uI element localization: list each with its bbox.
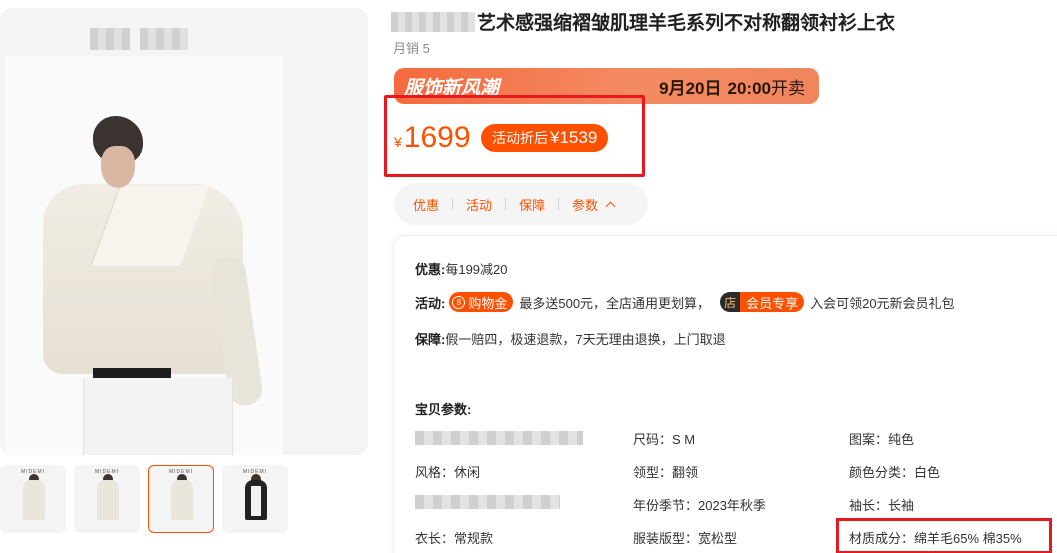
param-sleeve: 袖长：长袖 <box>849 498 915 513</box>
youhui-row: 优惠: 每199减20 <box>415 259 508 278</box>
param-style: 风格：休闲 <box>415 465 481 480</box>
gouwujin-badge[interactable]: 8 购物金 <box>449 292 514 312</box>
discount-value: ¥1539 <box>550 128 598 147</box>
baozhang-row: 保障: 假一赔四，极速退款，7天无理由退换，上门取退 <box>415 329 726 348</box>
promo-date: 9月20日 <box>659 78 722 98</box>
thumbnail-4[interactable]: MIDEMI <box>222 465 288 533</box>
info-tabs: 优惠 活动 保障 参数 <box>394 183 648 225</box>
huodong-row: 活动: 8 购物金 最多送500元，全店通用更划算， 店 会员专享 入会可领20… <box>415 292 955 312</box>
thumbnail-2[interactable]: MIDEMI <box>74 465 140 533</box>
vip-text: 入会可领20元新会员礼包 <box>810 295 955 311</box>
vip-badge[interactable]: 店 会员专享 <box>720 292 805 312</box>
youhui-label: 优惠: <box>415 262 446 277</box>
tab-divider <box>505 197 507 211</box>
param-length: 衣长：常规款 <box>415 531 494 546</box>
brand-logo-blurred <box>90 28 188 50</box>
baozhang-text: 假一赔四，极速退款，7天无理由退换，上门取退 <box>445 332 726 347</box>
vip-badge-label: 会员专享 <box>740 292 805 312</box>
tab-canshu[interactable]: 参数 <box>572 195 616 214</box>
tab-youhui[interactable]: 优惠 <box>413 195 439 214</box>
youhui-text: 每199减20 <box>445 262 508 277</box>
main-product-image[interactable] <box>0 8 368 455</box>
tab-divider <box>452 197 454 211</box>
discount-label: 活动折后 <box>492 130 548 146</box>
param-collar: 领型：翻领 <box>633 465 699 480</box>
promo-time: 20:00 <box>727 78 771 98</box>
param-fit: 服装版型：宽松型 <box>633 531 738 546</box>
param-color: 颜色分类：白色 <box>849 465 941 480</box>
discount-price-badge: 活动折后 ¥1539 <box>481 124 609 152</box>
params-title: 宝贝参数: <box>415 402 472 417</box>
product-title: 艺术感强缩褶皱肌理羊毛系列不对称翻领衬衫上衣 <box>477 13 896 34</box>
param-blurred-1 <box>415 431 583 445</box>
tab-baozhang[interactable]: 保障 <box>519 195 545 214</box>
param-blurred-2 <box>415 495 560 509</box>
param-pattern: 图案：纯色 <box>849 432 915 447</box>
price: ¥ 1699 <box>394 121 471 155</box>
promo-suffix: 开卖 <box>771 78 805 98</box>
image-gallery: MIDEMI MIDEMI MIDEMI MIDEMI <box>0 0 372 553</box>
param-season: 年份季节：2023年秋季 <box>633 498 766 513</box>
brand-name-blurred <box>391 11 475 32</box>
material-highlight-box <box>836 518 1052 553</box>
thumbnail-list: MIDEMI MIDEMI MIDEMI MIDEMI <box>0 465 288 533</box>
tab-canshu-label: 参数 <box>572 197 599 213</box>
title-row: 艺术感强缩褶皱肌理羊毛系列不对称翻领衬衫上衣 <box>391 8 895 35</box>
product-info: 艺术感强缩褶皱肌理羊毛系列不对称翻领衬衫上衣 月销 5 服饰新风潮 9月20日 2… <box>384 0 1057 553</box>
param-size: 尺码：S M <box>633 432 696 447</box>
monthly-sales: 月销 5 <box>393 41 430 56</box>
tab-divider <box>558 197 560 211</box>
store-icon: 店 <box>720 292 741 312</box>
thumbnail-1[interactable]: MIDEMI <box>0 465 66 533</box>
price-amount: 1699 <box>403 121 471 154</box>
chevron-up-icon <box>605 201 616 211</box>
coin-icon: 8 <box>452 295 466 309</box>
gouwujin-badge-label: 购物金 <box>468 295 508 311</box>
gouwujin-text: 最多送500元，全店通用更划算， <box>519 295 711 311</box>
product-photo <box>5 56 283 455</box>
tab-huodong[interactable]: 活动 <box>466 195 492 214</box>
promo-start-time: 9月20日 20:00开卖 <box>659 74 805 99</box>
baozhang-label: 保障: <box>415 332 446 347</box>
huodong-label: 活动: <box>415 295 446 311</box>
price-currency: ¥ <box>394 134 402 150</box>
thumbnail-3-selected[interactable]: MIDEMI <box>148 465 214 533</box>
details-panel: 优惠: 每199减20 活动: 8 购物金 最多送500元，全店通用更划算， 店… <box>393 235 1057 553</box>
